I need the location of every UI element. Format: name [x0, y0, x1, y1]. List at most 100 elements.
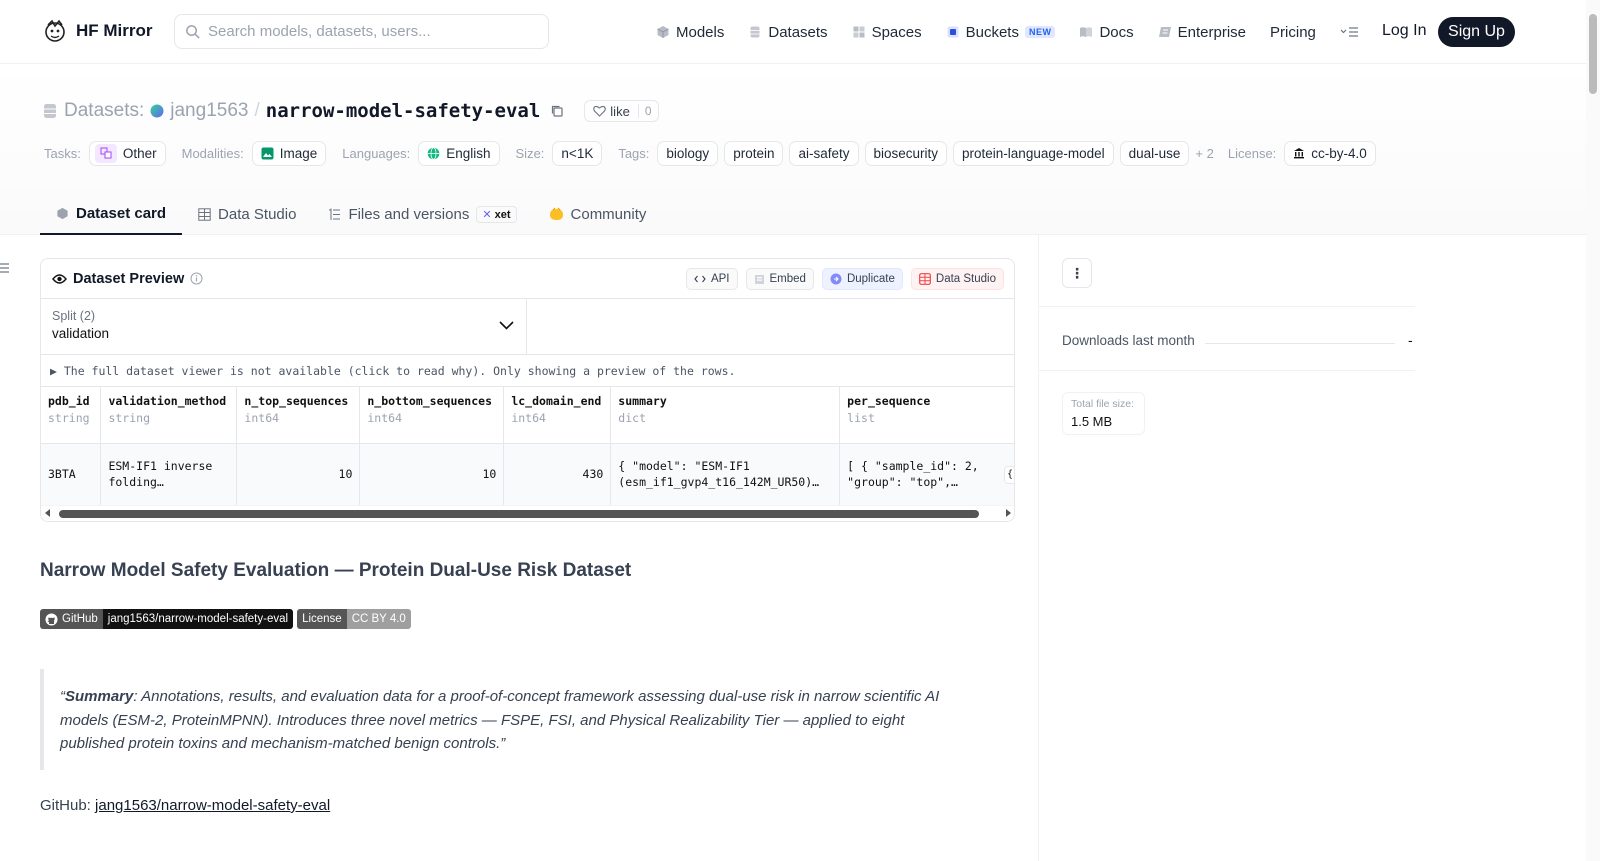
tag-protein[interactable]: protein [724, 140, 784, 166]
nav-docs-label: Docs [1099, 23, 1134, 41]
cell-validation-method[interactable]: ESM-IF1 inverse folding… [100, 443, 238, 505]
embed-button[interactable]: Embed [745, 268, 814, 290]
preview-header: Dataset Preview API Embed Duplicate Data… [41, 259, 1014, 299]
like-button[interactable]: like 0 [584, 100, 659, 122]
col-lc-domain-end[interactable]: lc_domain_end int64 [503, 387, 612, 444]
split-select[interactable]: Split (2) validation [41, 299, 527, 355]
size-tag-label: n<1K [561, 145, 594, 161]
tab-files-and-versions[interactable]: Files and versions ✕ xet [312, 193, 532, 235]
more-tags-button[interactable]: + 2 [1195, 146, 1213, 161]
col-validation-method[interactable]: validation_method string [100, 387, 238, 444]
page-scroll-thumb[interactable] [1589, 14, 1597, 94]
table-row[interactable]: 3BTA ESM-IF1 inverse folding… 10 10 430 {… [41, 443, 1014, 505]
brand-logo[interactable]: HF Mirror [42, 18, 153, 44]
nav-spaces[interactable]: Spaces [852, 24, 922, 41]
task-tag[interactable]: Other [88, 140, 166, 166]
col-per-sequence[interactable]: per_sequencelist [839, 387, 1014, 444]
repo-owner-link[interactable]: jang1563 [170, 100, 248, 122]
code-icon [694, 275, 706, 283]
api-button[interactable]: API [685, 268, 738, 290]
col-pdb-id[interactable]: pdb_id string [41, 387, 102, 444]
tag-biosecurity[interactable]: biosecurity [864, 140, 948, 166]
cell-n-bottom-sequences[interactable]: 10 [359, 443, 505, 505]
scroll-thumb[interactable] [59, 510, 979, 518]
tag-protein-language-model[interactable]: protein-language-model [953, 140, 1114, 166]
more-options-button[interactable]: ⋮ [1062, 258, 1092, 288]
nav-buckets[interactable]: Buckets NEW [946, 24, 1056, 41]
col-n-bottom-sequences[interactable]: n_bottom_sequences int64 [359, 387, 505, 444]
search-box[interactable] [174, 14, 549, 49]
cell-line: ESM-IF1 inverse [108, 459, 213, 474]
nav-enterprise[interactable]: Enterprise [1158, 24, 1246, 41]
nav-models[interactable]: Models [656, 24, 724, 41]
nav-more[interactable] [1340, 25, 1360, 39]
size-tag[interactable]: n<1K [552, 140, 603, 166]
mirror-logo-icon [45, 19, 65, 42]
heart-icon [593, 105, 607, 117]
nav-datasets[interactable]: Datasets [748, 24, 828, 41]
preview-table: pdb_id string validation_method string n_t… [41, 387, 1014, 505]
data-studio-button[interactable]: Data Studio [910, 268, 1004, 290]
search-input[interactable] [208, 23, 528, 40]
scroll-right-icon[interactable] [1006, 509, 1011, 517]
tab-data-studio[interactable]: Data Studio [182, 193, 312, 235]
column-name: per_sequence [847, 394, 931, 408]
github-line: GitHub: jang1563/narrow-model-safety-eva… [40, 797, 330, 814]
tag-label: ai-safety [798, 145, 850, 161]
github-repo-link[interactable]: jang1563/narrow-model-safety-eval [95, 797, 330, 814]
language-tag[interactable]: English [418, 140, 500, 166]
tag-dual-use[interactable]: dual-use [1119, 140, 1190, 166]
top-navigation-bar: HF Mirror Models Datasets Spaces Buckets… [0, 0, 1586, 64]
cell-n-top-sequences[interactable]: 10 [236, 443, 361, 505]
github-badge[interactable]: GitHub jang1563/narrow-model-safety-eval [40, 609, 294, 629]
cell-pdb-id[interactable]: 3BTA [41, 443, 102, 505]
toc-toggle[interactable] [0, 262, 9, 277]
owner-avatar[interactable] [150, 104, 164, 118]
tasks-label: Tasks: [44, 145, 81, 161]
enterprise-icon [1158, 27, 1171, 37]
copy-icon[interactable] [550, 104, 564, 118]
search-icon [186, 25, 200, 39]
license-badge[interactable]: License CC BY 4.0 [297, 609, 411, 629]
size-label: Size: [515, 145, 545, 161]
languages-label: Languages: [342, 145, 411, 161]
duplicate-button[interactable]: Duplicate [821, 268, 903, 290]
cell-per-sequence[interactable]: [ { "sample_id": 2, "group": "top",… { [839, 443, 1014, 505]
api-button-label: API [710, 273, 730, 285]
signup-button[interactable]: Sign Up [1438, 17, 1515, 47]
book-icon [1080, 27, 1093, 37]
license-badge-value: CC BY 4.0 [346, 609, 411, 629]
cell-summary[interactable]: { "model": "ESM-IF1 (esm_if1_gvp4_t16_142… [610, 443, 841, 505]
tab-label: Files and versions [348, 205, 470, 223]
table-horizontal-scrollbar[interactable] [41, 505, 1014, 521]
nav-pricing[interactable]: Pricing [1270, 24, 1316, 41]
database-icon [750, 26, 760, 38]
tag-label: protein-language-model [962, 145, 1105, 161]
license-tag[interactable]: cc-by-4.0 [1284, 140, 1376, 166]
page-scrollbar[interactable] [1586, 0, 1600, 861]
bucket-icon [947, 26, 959, 38]
cube-icon [657, 26, 669, 38]
nav-docs[interactable]: Docs [1079, 23, 1134, 41]
cell-lc-domain-end[interactable]: 430 [503, 443, 612, 505]
license-tag-label: cc-by-4.0 [1311, 145, 1367, 161]
col-summary[interactable]: summary dict [610, 387, 841, 444]
column-type: list [847, 411, 875, 425]
downloads-chart-line [1205, 343, 1395, 344]
tab-label: Data Studio [218, 205, 297, 223]
tab-community[interactable]: Community [533, 193, 663, 235]
login-link[interactable]: Log In [1382, 22, 1426, 40]
repo-name[interactable]: narrow-model-safety-eval [266, 100, 541, 122]
column-type: int64 [511, 411, 546, 425]
modalities-label: Modalities: [181, 145, 244, 161]
tab-dataset-card[interactable]: Dataset card [40, 193, 183, 235]
col-n-top-sequences[interactable]: n_top_sequences int64 [236, 387, 361, 444]
scroll-left-icon[interactable] [45, 509, 50, 517]
xet-label: xet [494, 208, 511, 221]
modality-tag[interactable]: Image [251, 140, 327, 166]
tag-ai-safety[interactable]: ai-safety [789, 140, 859, 166]
info-icon[interactable] [190, 272, 203, 285]
viewer-notice[interactable]: ▶ The full dataset viewer is not availab… [41, 355, 1014, 387]
tag-biology[interactable]: biology [657, 140, 719, 166]
grid-icon [853, 26, 865, 38]
